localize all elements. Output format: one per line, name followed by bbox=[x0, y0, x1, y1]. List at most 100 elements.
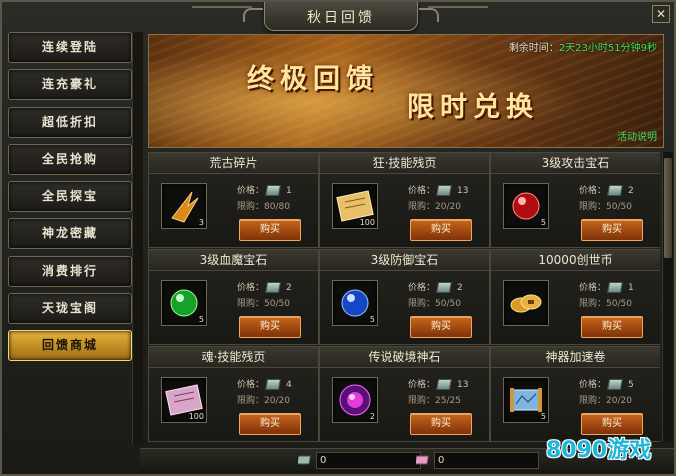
shop-card: 3级防御宝石 5 价格： 2 限购：50/50 购买 bbox=[319, 249, 490, 345]
event-banner: 剩余时间：2天23小时51分钟9秒 终极回馈 限时兑换 活动说明 bbox=[148, 34, 664, 148]
item-name: 3级防御宝石 bbox=[320, 250, 489, 271]
item-slot[interactable]: 3 bbox=[161, 183, 207, 229]
price-label: 价格： bbox=[237, 380, 265, 390]
sidebar-item-recharge[interactable]: 连充豪礼 bbox=[8, 69, 132, 101]
limit-value: 50/50 bbox=[264, 299, 290, 309]
ticket-icon bbox=[607, 379, 623, 390]
item-slot[interactable]: 2 bbox=[332, 377, 378, 423]
item-slot[interactable]: 5 bbox=[503, 183, 549, 229]
ticket-icon bbox=[607, 282, 623, 293]
coin-icon bbox=[510, 294, 542, 313]
shop-card: 传说破境神石 2 价格： 13 限购：25/25 购买 bbox=[319, 346, 490, 442]
price-row: 价格： 1 bbox=[237, 183, 292, 196]
item-name: 狂·技能残页 bbox=[320, 153, 489, 174]
sidebar-item-flash-sale[interactable]: 全民抢购 bbox=[8, 143, 132, 175]
shop-card: 狂·技能残页 100 价格： 13 限购：20/20 购买 bbox=[319, 152, 490, 248]
price-value: 5 bbox=[628, 380, 634, 390]
close-button[interactable]: ✕ bbox=[652, 5, 670, 23]
buy-button[interactable]: 购买 bbox=[410, 219, 472, 241]
limit-label: 限购： bbox=[237, 202, 265, 212]
limit-value: 50/50 bbox=[606, 299, 632, 309]
ticket-icon bbox=[265, 185, 281, 196]
sidebar-item-discount[interactable]: 超低折扣 bbox=[8, 106, 132, 138]
price-value: 13 bbox=[457, 186, 469, 196]
price-label: 价格： bbox=[408, 380, 436, 390]
item-name: 传说破境神石 bbox=[320, 347, 489, 368]
item-slot[interactable] bbox=[503, 280, 549, 326]
item-slot[interactable]: 5 bbox=[332, 280, 378, 326]
limit-row: 限购：20/20 bbox=[237, 393, 290, 406]
rules-link[interactable]: 活动说明 bbox=[617, 128, 657, 143]
limit-row: 限购：20/20 bbox=[408, 199, 461, 212]
limit-row: 限购：25/25 bbox=[408, 393, 461, 406]
limit-label: 限购： bbox=[237, 396, 265, 406]
grid-scrollbar-thumb[interactable] bbox=[664, 158, 672, 258]
item-count: 100 bbox=[359, 218, 375, 227]
item-count: 5 bbox=[540, 412, 546, 421]
item-slot[interactable]: 100 bbox=[332, 183, 378, 229]
price-value: 13 bbox=[457, 380, 469, 390]
item-count: 2 bbox=[369, 412, 375, 421]
sidebar-item-login[interactable]: 连续登陆 bbox=[8, 32, 132, 63]
shop-grid: 荒古碎片 3 价格： 1 限购：80/80 购买 狂·技能残页 100 价格： 13… bbox=[148, 152, 660, 442]
limit-label: 限购： bbox=[408, 299, 436, 309]
pink-ticket-icon bbox=[416, 455, 430, 465]
price-label: 价格： bbox=[579, 186, 607, 196]
buy-button[interactable]: 购买 bbox=[581, 413, 643, 435]
price-value: 1 bbox=[628, 283, 634, 293]
price-row: 价格： 2 bbox=[579, 183, 634, 196]
buy-button[interactable]: 购买 bbox=[239, 316, 301, 338]
limit-value: 50/50 bbox=[606, 202, 632, 212]
limit-row: 限购：50/50 bbox=[408, 296, 461, 309]
item-name: 3级血魔宝石 bbox=[149, 250, 318, 271]
item-count: 5 bbox=[198, 315, 204, 324]
price-row: 价格： 13 bbox=[408, 183, 468, 196]
price-label: 价格： bbox=[579, 380, 607, 390]
countdown-time: 2天23小时51分钟9秒 bbox=[558, 43, 657, 54]
sidebar: 连续登陆 连充豪礼 超低折扣 全民抢购 全民探宝 神龙密藏 消费排行 天珑宝阁 … bbox=[8, 32, 132, 444]
shop-card: 神器加速卷 5 价格： 5 限购：20/20 购买 bbox=[490, 346, 660, 442]
ticket-icon bbox=[436, 185, 452, 196]
sidebar-item-spending-rank[interactable]: 消费排行 bbox=[8, 255, 132, 287]
limit-value: 80/80 bbox=[264, 202, 290, 212]
banner-headline-1: 终极回馈 bbox=[247, 64, 379, 95]
shop-card: 魂·技能残页 100 价格： 4 限购：20/20 购买 bbox=[148, 346, 319, 442]
sidebar-scrollbar[interactable] bbox=[132, 32, 143, 444]
sidebar-item-reward-shop[interactable]: 回馈商城 bbox=[8, 330, 132, 362]
limit-label: 限购： bbox=[408, 202, 436, 212]
buy-button[interactable]: 购买 bbox=[410, 413, 472, 435]
item-slot[interactable]: 5 bbox=[161, 280, 207, 326]
sidebar-item-treasure-hunt[interactable]: 全民探宝 bbox=[8, 181, 132, 213]
sidebar-item-dragon-hoard[interactable]: 神龙密藏 bbox=[8, 218, 132, 250]
price-row: 价格： 2 bbox=[237, 280, 292, 293]
limit-label: 限购： bbox=[579, 202, 607, 212]
countdown: 剩余时间：2天23小时51分钟9秒 bbox=[509, 39, 657, 54]
price-label: 价格： bbox=[237, 186, 265, 196]
sidebar-item-treasure-pavilion[interactable]: 天珑宝阁 bbox=[8, 293, 132, 325]
item-count: 5 bbox=[369, 315, 375, 324]
limit-row: 限购：20/20 bbox=[579, 393, 632, 406]
price-value: 1 bbox=[286, 186, 292, 196]
limit-value: 20/20 bbox=[606, 396, 632, 406]
item-count: 3 bbox=[198, 218, 204, 227]
buy-button[interactable]: 购买 bbox=[239, 219, 301, 241]
item-name: 荒古碎片 bbox=[149, 153, 318, 174]
limit-value: 20/20 bbox=[435, 202, 461, 212]
price-row: 价格： 2 bbox=[408, 280, 463, 293]
price-row: 价格： 13 bbox=[408, 377, 468, 390]
ticket-icon bbox=[298, 455, 312, 465]
ticket-icon bbox=[265, 282, 281, 293]
grid-scrollbar[interactable] bbox=[662, 152, 673, 442]
buy-button[interactable]: 购买 bbox=[581, 219, 643, 241]
ticket-icon bbox=[607, 185, 623, 196]
shop-card: 3级攻击宝石 5 价格： 2 限购：50/50 购买 bbox=[490, 152, 660, 248]
buy-button[interactable]: 购买 bbox=[410, 316, 472, 338]
item-slot[interactable]: 5 bbox=[503, 377, 549, 423]
limit-label: 限购： bbox=[579, 396, 607, 406]
price-value: 2 bbox=[286, 283, 292, 293]
buy-button[interactable]: 购买 bbox=[581, 316, 643, 338]
limit-value: 25/25 bbox=[435, 396, 461, 406]
item-slot[interactable]: 100 bbox=[161, 377, 207, 423]
item-count: 100 bbox=[188, 412, 204, 421]
buy-button[interactable]: 购买 bbox=[239, 413, 301, 435]
